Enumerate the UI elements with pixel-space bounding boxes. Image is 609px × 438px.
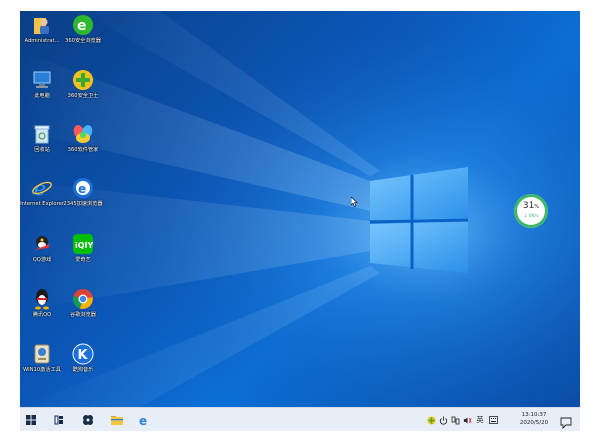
360-software-logo-icon — [72, 123, 94, 145]
taskbar-clock[interactable]: 13:10:37 2020/5/20 — [514, 411, 554, 427]
file-explorer-button[interactable] — [106, 408, 128, 431]
edge-button[interactable]: e — [133, 408, 155, 431]
svg-text:e: e — [139, 414, 147, 426]
tencent-qq-icon[interactable]: 腾讯QQ — [20, 288, 64, 318]
user-folder-icon — [31, 14, 53, 36]
volume-tray-icon[interactable] — [463, 415, 472, 425]
kugou-music-icon[interactable]: K 酷狗音乐 — [61, 343, 105, 373]
desktop-icon-label: WIN10激活工具 — [23, 367, 61, 373]
task-view-icon — [54, 415, 63, 425]
cpu-usage-widget[interactable]: 31% ↓ 0K/s — [514, 194, 548, 228]
clock-time: 13:10:37 — [521, 412, 547, 418]
activator-tool-icon — [31, 343, 53, 365]
desktop-icon-label: Internet Explorer — [20, 201, 64, 207]
desktop-icon-label: 爱奇艺 — [75, 257, 91, 263]
chrome-logo-icon — [72, 288, 94, 310]
notification-center-button[interactable] — [560, 414, 572, 430]
360-browser-icon[interactable]: e 360安全浏览器 — [61, 14, 105, 44]
2345-browser-icon[interactable]: e 2345加速浏览器 — [61, 177, 105, 207]
360-guard-icon[interactable]: 360安全卫士 — [61, 69, 105, 99]
task-view-button[interactable] — [48, 408, 70, 431]
qq-game-icon[interactable]: QQ游戏 — [20, 233, 64, 263]
desktop-icon-label: Administrat... — [24, 38, 60, 44]
mouse-cursor-icon — [351, 197, 358, 207]
network-tray-icon[interactable] — [451, 415, 460, 425]
desktop-screen: Administrat... 此电脑 回收站 e Internet Explor… — [20, 11, 580, 431]
folder-icon — [111, 416, 123, 425]
recycle-bin-icon[interactable]: 回收站 — [20, 123, 64, 153]
start-button[interactable] — [20, 408, 42, 431]
kugou-logo-icon: K — [72, 343, 94, 365]
notification-icon — [560, 417, 572, 430]
svg-text:K: K — [78, 348, 89, 363]
360-browser-logo-icon: e — [72, 14, 94, 36]
edge-icon: e — [139, 414, 147, 426]
360-software-manager-icon[interactable]: 360软件管家 — [61, 123, 105, 153]
desktop-icon-label: 360软件管家 — [67, 147, 99, 153]
win10-activator-icon[interactable]: WIN10激活工具 — [20, 343, 64, 373]
chrome-icon[interactable]: 谷歌浏览器 — [61, 288, 105, 318]
computer-icon — [31, 69, 53, 91]
desktop-icon-label: 360安全浏览器 — [65, 38, 101, 44]
desktop-icon-label: 回收站 — [34, 147, 50, 153]
360-guard-logo-icon — [72, 69, 94, 91]
svg-text:e: e — [77, 18, 87, 34]
trash-icon — [31, 123, 53, 145]
2345-browser-logo-icon: e — [72, 177, 94, 199]
this-pc-icon[interactable]: 此电脑 — [20, 69, 64, 99]
iqiyi-logo-icon: iQIY — [72, 233, 94, 255]
internet-explorer-icon[interactable]: e Internet Explorer — [20, 177, 64, 207]
desktop-icon-label: 此电脑 — [34, 93, 50, 99]
qq-game-logo-icon — [31, 233, 53, 255]
desktop-icon-label: 腾讯QQ — [32, 312, 52, 318]
keyboard-tray-icon[interactable] — [489, 415, 498, 425]
desktop-icon-label: QQ游戏 — [32, 257, 52, 263]
ime-tray-icon[interactable]: 英 — [475, 415, 485, 425]
taskbar: e 英 13:10:37 2020/5/20 — [20, 407, 580, 431]
desktop-icon-label: 酷狗音乐 — [72, 367, 94, 373]
windows-start-icon — [26, 415, 36, 425]
qq-penguin-icon — [31, 288, 53, 310]
svg-text:iQIY: iQIY — [75, 241, 94, 250]
clock-date: 2020/5/20 — [519, 420, 549, 426]
360-tray-icon[interactable] — [427, 415, 436, 425]
network-speed: ↓ 0K/s — [523, 214, 539, 219]
svg-text:e: e — [78, 182, 86, 196]
power-tray-icon[interactable] — [439, 415, 448, 425]
desktop-icon-label: 360安全卫士 — [67, 93, 99, 99]
desktop-icon-label: 2345加速浏览器 — [63, 201, 103, 207]
cpu-percent: 31% — [522, 201, 540, 211]
iqiyi-icon[interactable]: iQIY 爱奇艺 — [61, 233, 105, 263]
administrator-folder-icon[interactable]: Administrat... — [20, 14, 64, 44]
desktop-icon-label: 谷歌浏览器 — [70, 312, 96, 318]
taskbar-360-software-button[interactable] — [77, 408, 99, 431]
ie-logo-icon: e — [31, 177, 53, 199]
360-software-icon — [83, 415, 93, 425]
